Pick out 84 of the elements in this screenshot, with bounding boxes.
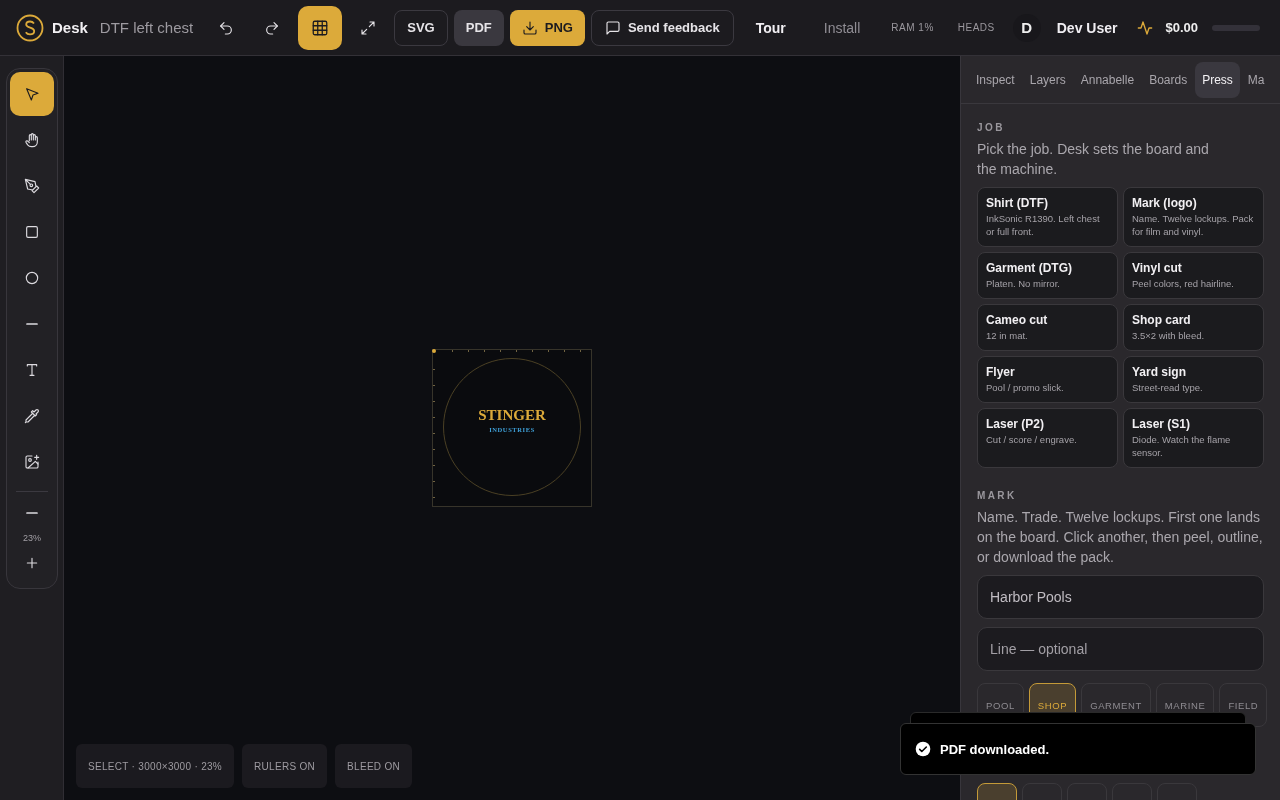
toast-message: PDF downloaded. (940, 741, 1050, 757)
logo-icon (16, 13, 44, 42)
line-icon (26, 323, 38, 325)
download-icon (521, 19, 538, 36)
redo-icon (264, 19, 281, 36)
grid-icon (311, 18, 330, 37)
job-title: Laser (S1) (1132, 417, 1192, 431)
image-plus-icon (24, 454, 40, 470)
circle-icon (24, 270, 40, 286)
job-card[interactable]: Mark (logo) Name. Twelve lockups. Pack for film and vinyl. (1123, 187, 1264, 247)
section-description: Name. Trade. Twelve lockups. First one lands on the board. Click another, then peel, outline, or download the pack. (977, 508, 1264, 567)
user-name: Dev User (1056, 19, 1118, 36)
job-description: Street-read type. (1132, 381, 1204, 394)
plus-icon (24, 555, 40, 571)
panel-tab[interactable]: Layers (1022, 61, 1073, 98)
status-pill[interactable]: RULERS ON (242, 744, 328, 788)
job-card[interactable]: Vinyl cut Peel colors, red hairline. (1123, 252, 1264, 299)
job-description: 3.5×2 with bleed. (1132, 329, 1206, 342)
minus-icon (26, 512, 38, 514)
heads-label: HEADS (957, 22, 995, 33)
panel-tab[interactable]: Boards (1142, 61, 1195, 98)
export-button[interactable]: PDF (453, 9, 504, 46)
panel-tab[interactable]: Inspect (969, 61, 1022, 98)
job-description: Platen. No mirror. (986, 277, 1061, 290)
job-card[interactable]: Shirt (DTF) InkSonic R1390. Left chest or full front. (977, 187, 1118, 247)
status-pill[interactable]: SELECT · 3000×3000 · 23% (76, 744, 235, 788)
job-title: Laser (P2) (986, 417, 1046, 431)
section-description: Pick the job. Desk sets the board and the machine. (977, 140, 1210, 179)
job-card[interactable]: Garment (DTG) Platen. No mirror. (977, 252, 1118, 299)
export-button[interactable]: SVG (394, 9, 448, 46)
job-title: Yard sign (1132, 365, 1188, 379)
app-name: Desk (52, 19, 88, 36)
section-heading: MARK (977, 490, 1018, 501)
job-card[interactable]: Cameo cut 12 in mat. (977, 304, 1118, 351)
job-description: Cut / score / engrave. (986, 433, 1078, 446)
pulse-icon (1137, 19, 1154, 36)
job-description: Name. Twelve lockups. Pack for film and vinyl. (1132, 212, 1255, 238)
job-title: Shirt (DTF) (986, 196, 1049, 210)
job-card[interactable]: Flyer Pool / promo slick. (977, 356, 1118, 403)
section-heading: JOB (977, 122, 1006, 133)
square-icon (24, 224, 40, 240)
job-description: Pool / promo slick. (986, 381, 1065, 394)
nav-link[interactable]: Tour (739, 9, 802, 46)
panel-tab[interactable]: Annabelle (1073, 61, 1142, 98)
pen-icon (24, 178, 40, 194)
nav-link[interactable]: Install (807, 9, 877, 46)
text-icon (24, 362, 40, 378)
chat-icon (604, 19, 621, 36)
job-description: Peel colors, red hairline. (1132, 277, 1235, 290)
expand-icon (360, 19, 377, 36)
hand-icon (24, 132, 40, 148)
grid-button[interactable] (298, 5, 343, 50)
status-pill[interactable]: BLEED ON (335, 744, 413, 788)
feedback-button[interactable]: Send feedback (590, 9, 734, 46)
job-description: 12 in mat. (986, 329, 1029, 342)
job-description: InkSonic R1390. Left chest or full front. (986, 212, 1101, 238)
export-button[interactable]: PNG (509, 9, 585, 46)
name-field[interactable]: Harbor Pools (977, 575, 1264, 619)
job-title: Garment (DTG) (986, 261, 1073, 275)
job-card[interactable]: Yard sign Street-read type. (1123, 356, 1264, 403)
memory-readout: RAM 1% (891, 22, 934, 33)
document-title: DTF left chest (99, 19, 194, 36)
job-card[interactable]: Laser (P2) Cut / score / engrave. (977, 408, 1118, 468)
panel-tab[interactable]: Press (1195, 61, 1240, 98)
job-card[interactable]: Shop card 3.5×2 with bleed. (1123, 304, 1264, 351)
job-title: Flyer (986, 365, 1016, 379)
undo-icon (218, 19, 235, 36)
job-title: Shop card (1132, 313, 1192, 327)
panel-tab[interactable]: Ma (1240, 61, 1272, 98)
job-description: Diode. Watch the flame sensor. (1132, 433, 1232, 459)
check-icon (915, 741, 931, 757)
cost-meter (1212, 24, 1260, 31)
job-title: Mark (logo) (1132, 196, 1198, 210)
select-tool[interactable] (10, 72, 54, 116)
cost-amount: $0.00 (1165, 20, 1198, 35)
eyedropper-icon (24, 408, 40, 424)
user-avatar[interactable]: D (1012, 13, 1041, 42)
artboard-title: STINGER (478, 407, 546, 423)
pointer-icon (24, 86, 40, 102)
job-card[interactable]: Laser (S1) Diode. Watch the flame sensor. (1123, 408, 1264, 468)
job-title: Vinyl cut (1132, 261, 1183, 275)
zoom-level: 23% (23, 532, 41, 545)
line-field[interactable]: Line — optional (977, 627, 1264, 671)
job-title: Cameo cut (986, 313, 1049, 327)
